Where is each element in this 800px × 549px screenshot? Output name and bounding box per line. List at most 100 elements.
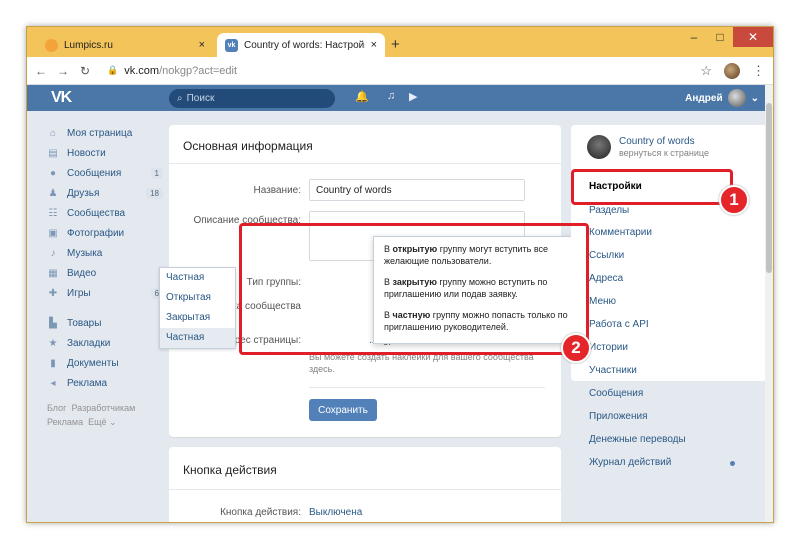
- save-button[interactable]: Сохранить: [309, 399, 377, 421]
- video-icon: ▦: [48, 267, 58, 279]
- star-icon: ★: [48, 337, 58, 349]
- right-item-menu[interactable]: Меню: [589, 296, 616, 307]
- right-item-messages[interactable]: Сообщения: [589, 388, 643, 399]
- right-item-links[interactable]: Ссылки: [589, 250, 624, 261]
- left-menu: ⌂ Моя страница ▤ Новости ● Сообщения 1 ♟ Друз…: [47, 123, 163, 429]
- stickers-hint: Вы можете создать наклейки для вашего со…: [309, 352, 534, 374]
- menu-label: Сообщества: [67, 207, 126, 219]
- action-label: Кнопка действия:: [220, 507, 301, 518]
- menu-item-games[interactable]: ✚ Игры 6: [47, 283, 163, 303]
- dropdown-current[interactable]: Частная: [160, 268, 235, 288]
- right-item-comments[interactable]: Комментарии: [589, 227, 652, 238]
- lock-icon: 🔒: [107, 65, 119, 75]
- bookmark-star-icon[interactable]: ☆: [700, 63, 712, 79]
- minimize-button[interactable]: –: [681, 27, 707, 47]
- play-icon[interactable]: ▶: [409, 90, 417, 103]
- title-bar: Lumpics.ru × vk Country of words: Настро…: [27, 27, 773, 57]
- menu-item-groups[interactable]: ☷ Сообщества: [47, 203, 163, 223]
- menu-item-documents[interactable]: ▮ Документы: [47, 353, 163, 373]
- reload-icon[interactable]: ↻: [77, 64, 93, 78]
- menu-item-news[interactable]: ▤ Новости: [47, 143, 163, 163]
- menu-item-my-page[interactable]: ⌂ Моя страница: [47, 123, 163, 143]
- menu-label: Закладки: [67, 337, 111, 349]
- close-tab-icon[interactable]: ×: [371, 39, 377, 51]
- menu-kebab-icon[interactable]: ⋮: [752, 63, 765, 79]
- menu-label: Видео: [67, 267, 97, 279]
- vertical-scrollbar[interactable]: [765, 85, 773, 522]
- user-avatar: [727, 89, 746, 107]
- address-bar: ← → ↻ 🔒 vk.com/nokgp?act=edit ☆ ⋮: [27, 57, 773, 85]
- music-note-icon[interactable]: ♫: [387, 90, 395, 102]
- maximize-button[interactable]: □: [707, 27, 733, 47]
- name-input[interactable]: Country of words: [309, 179, 525, 201]
- messages-icon: ●: [49, 167, 57, 179]
- right-item-api[interactable]: Работа с API: [589, 319, 649, 330]
- footer-link[interactable]: Разработчикам: [71, 403, 135, 413]
- menu-label: Сообщения: [67, 167, 122, 179]
- scroll-thumb[interactable]: [766, 103, 772, 273]
- tab-vk[interactable]: vk Country of words: Настройки ×: [217, 33, 385, 57]
- tooltip-open: В открытую группу могут вступить все жел…: [384, 243, 568, 267]
- search-icon: ⌕: [177, 93, 183, 104]
- user-menu[interactable]: Андрей ⌄: [685, 89, 759, 107]
- right-item-settings[interactable]: Настройки: [589, 181, 642, 192]
- home-icon: ⌂: [49, 127, 57, 139]
- groups-icon: ☷: [48, 207, 58, 219]
- status-dot-icon: [730, 461, 735, 466]
- menu-item-friends[interactable]: ♟ Друзья 18: [47, 183, 163, 203]
- search-input[interactable]: ⌕ Поиск: [169, 89, 335, 108]
- description-label: Описание сообщества:: [193, 215, 301, 226]
- option-private[interactable]: Частная: [160, 328, 235, 348]
- group-type-dropdown[interactable]: Частная Открытая Закрытая Частная: [159, 267, 236, 349]
- user-name: Андрей: [685, 92, 723, 104]
- music-icon: ♪: [50, 247, 56, 259]
- back-icon[interactable]: ←: [33, 64, 49, 78]
- tooltip-closed: В закрытую группу можно вступить по приг…: [384, 276, 568, 300]
- news-icon: ▤: [48, 147, 58, 159]
- footer-link[interactable]: Ещё ⌄: [88, 417, 116, 427]
- new-tab-button[interactable]: +: [391, 36, 400, 53]
- footer-link[interactable]: Блог: [47, 403, 66, 413]
- group-header[interactable]: Country of words вернуться к странице: [587, 135, 709, 159]
- name-label: Название:: [253, 185, 301, 196]
- document-icon: ▮: [50, 357, 56, 369]
- menu-label: Товары: [67, 317, 102, 329]
- back-to-page-link[interactable]: вернуться к странице: [619, 148, 709, 158]
- right-item-money[interactable]: Денежные переводы: [589, 434, 686, 445]
- menu-item-video[interactable]: ▦ Видео: [47, 263, 163, 283]
- menu-item-goods[interactable]: ▙ Товары: [47, 313, 163, 333]
- tt-text: В: [384, 310, 393, 320]
- tab-lumpics[interactable]: Lumpics.ru ×: [37, 33, 213, 57]
- close-window-button[interactable]: ✕: [733, 27, 773, 47]
- bag-icon: ▙: [49, 317, 57, 329]
- menu-item-ads[interactable]: ◂ Реклама: [47, 373, 163, 393]
- vk-header: VK ⌕ Поиск 🔔 ♫ ▶ Андрей ⌄: [27, 85, 767, 111]
- menu-item-messages[interactable]: ● Сообщения 1: [47, 163, 163, 183]
- profile-avatar[interactable]: [724, 63, 740, 79]
- menu-item-photos[interactable]: ▣ Фотографии: [47, 223, 163, 243]
- url-field[interactable]: 🔒 vk.com/nokgp?act=edit: [107, 65, 237, 77]
- menu-label: Новости: [67, 147, 106, 159]
- right-item-sections[interactable]: Разделы: [589, 205, 629, 216]
- right-item-apps[interactable]: Приложения: [589, 411, 648, 422]
- tt-text: В: [384, 244, 393, 254]
- right-item-log[interactable]: Журнал действий: [589, 457, 749, 468]
- vk-logo[interactable]: VK: [51, 89, 72, 107]
- bell-icon[interactable]: 🔔: [355, 90, 369, 103]
- right-item-addresses[interactable]: Адреса: [589, 273, 623, 284]
- menu-item-music[interactable]: ♪ Музыка: [47, 243, 163, 263]
- forward-icon[interactable]: →: [55, 64, 71, 78]
- group-avatar: [587, 135, 611, 159]
- footer-link[interactable]: Реклама: [47, 417, 83, 427]
- close-tab-icon[interactable]: ×: [199, 39, 205, 51]
- ads-icon: ◂: [50, 377, 56, 389]
- option-open[interactable]: Открытая: [160, 288, 235, 308]
- url-domain: vk.com: [124, 64, 160, 77]
- right-item-members[interactable]: Участники: [589, 365, 637, 376]
- action-value-link[interactable]: Выключена: [309, 507, 409, 518]
- option-closed[interactable]: Закрытая: [160, 308, 235, 328]
- chevron-down-icon: ⌄: [750, 92, 759, 104]
- tt-bold: открытую: [392, 244, 438, 254]
- menu-item-bookmarks[interactable]: ★ Закладки: [47, 333, 163, 353]
- right-item-stories[interactable]: Истории: [589, 342, 628, 353]
